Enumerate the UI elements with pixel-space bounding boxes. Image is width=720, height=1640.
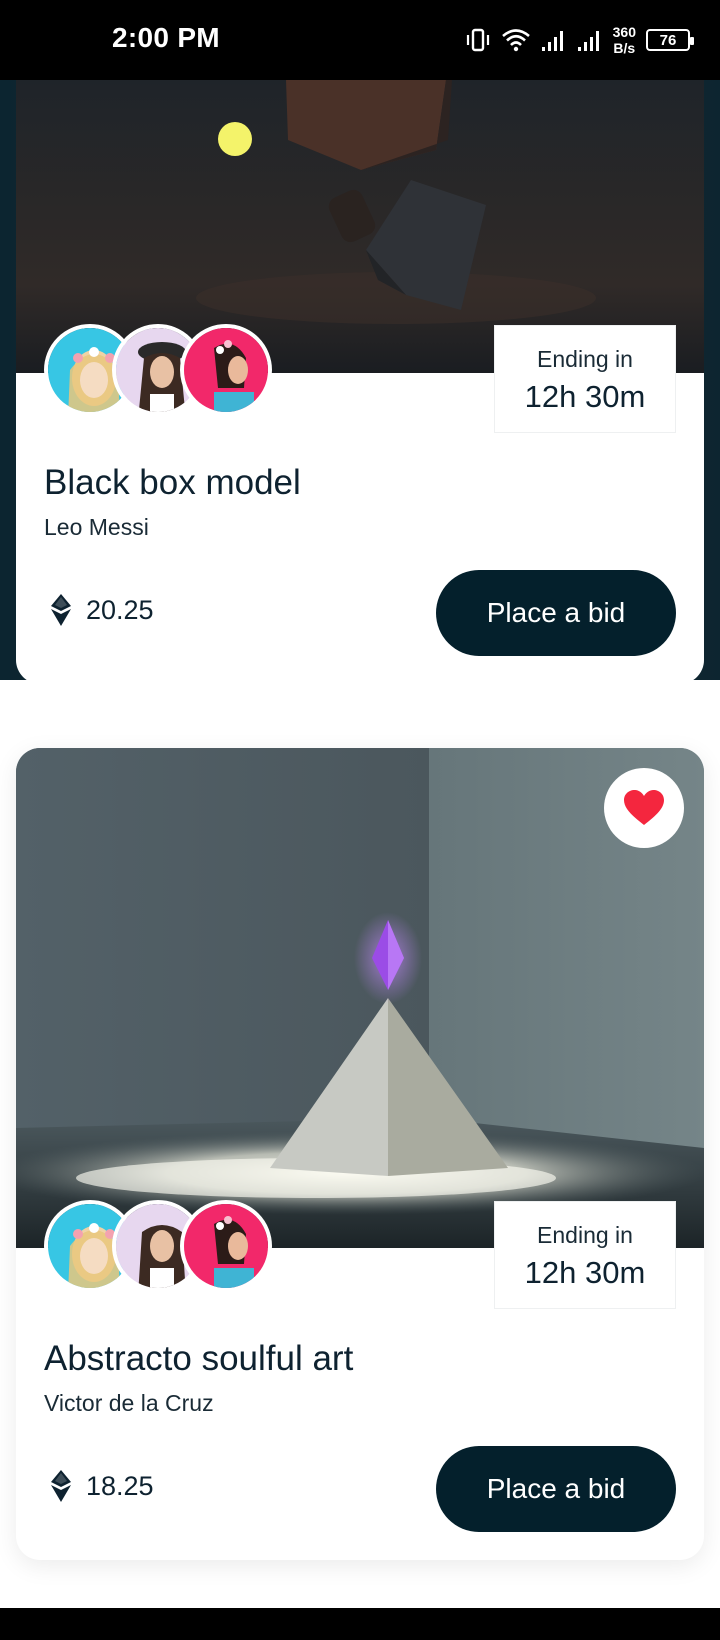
place-bid-button[interactable]: Place a bid [436,570,676,656]
price-value: 20.25 [86,594,154,625]
battery-level: 76 [659,31,677,49]
ending-label: Ending in [537,346,633,372]
collaborator-avatars [44,1200,272,1292]
collaborator-avatars [44,324,272,416]
nft-card[interactable]: Ending in 12h 30m Abstracto soulful art … [16,748,704,1560]
auction-timer: Ending in 12h 30m [494,325,676,433]
avatar[interactable] [180,1200,272,1292]
price-value: 18.25 [86,1470,154,1501]
ending-label: Ending in [537,1222,633,1248]
place-bid-button[interactable]: Place a bid [436,1446,676,1532]
ending-time: 12h 30m [524,379,646,414]
artist-name[interactable]: Victor de la Cruz [44,1390,214,1417]
signal-icon-2 [577,31,599,51]
heart-icon [624,790,664,825]
status-icons: 360 B/s 76 [465,18,694,62]
vibrate-icon [466,28,489,52]
status-time: 2:00 PM [112,22,220,53]
network-speed-unit: B/s [613,40,636,56]
avatar[interactable] [180,324,272,416]
ethereum-icon [51,594,71,626]
artist-name[interactable]: Leo Messi [44,514,149,541]
artwork-title: Black box model [44,463,301,502]
signal-icon-1 [541,31,563,51]
status-bar: 2:00 PM 360 B/s 76 [0,0,720,80]
auction-timer: Ending in 12h 30m [494,1201,676,1309]
favorite-button[interactable] [604,768,684,848]
network-speed-value: 360 [612,24,636,40]
wifi-icon [501,29,530,52]
nft-card[interactable]: Ending in 12h 30m Black box model Leo Me… [16,80,704,684]
price: 18.25 [50,1469,154,1503]
network-speed: 360 B/s [613,24,636,56]
artwork-image [16,748,704,1248]
artwork-title: Abstracto soulful art [44,1339,354,1378]
system-nav-bar [0,1608,720,1640]
ending-time: 12h 30m [524,1255,646,1290]
battery-icon: 76 [646,29,694,51]
price: 20.25 [50,593,154,627]
ethereum-icon [51,1470,71,1502]
